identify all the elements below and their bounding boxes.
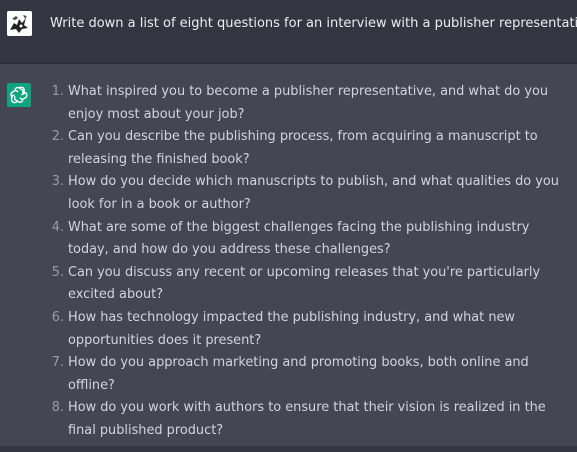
list-item: 6. How has technology impacted the publi… (0, 307, 577, 352)
assistant-answer-list: 1. What inspired you to become a publish… (0, 81, 577, 443)
list-item-text: How do you approach marketing and promot… (68, 355, 529, 393)
list-item: 3. How do you decide which manuscripts t… (0, 171, 577, 216)
list-item: 5. Can you discuss any recent or upcomin… (0, 262, 577, 307)
list-item-text: What are some of the biggest challenges … (68, 219, 530, 258)
list-item-number: 3. (51, 174, 64, 190)
list-item-number: 6. (51, 309, 64, 325)
user-avatar-icon (7, 11, 32, 36)
list-item-text: How do you work with authors to ensure t… (68, 400, 546, 438)
list-item-text: How do you decide which manuscripts to p… (68, 174, 559, 212)
list-item-number: 4. (51, 219, 64, 235)
user-message-row: Write down a list of eight questions for… (0, 0, 577, 64)
assistant-message-row: 1. What inspired you to become a publish… (0, 64, 577, 446)
list-item: 8. How do you work with authors to ensur… (0, 397, 577, 442)
list-item-number: 8. (51, 400, 64, 416)
list-item-number: 5. (51, 264, 64, 280)
list-item-text: Can you discuss any recent or upcoming r… (68, 264, 541, 303)
list-item-text: What inspired you to become a publisher … (68, 84, 549, 122)
list-item-number: 2. (51, 129, 64, 145)
list-item: 1. What inspired you to become a publish… (0, 81, 577, 126)
user-message-text: Write down a list of eight questions for… (50, 16, 577, 31)
list-item: 2. Can you describe the publishing proce… (0, 126, 577, 171)
list-item-text: How has technology impacted the publishi… (68, 309, 515, 348)
bottom-divider (0, 446, 577, 452)
list-item-number: 7. (51, 355, 64, 371)
list-item: 7. How do you approach marketing and pro… (0, 352, 577, 397)
list-item-text: Can you describe the publishing process,… (68, 129, 538, 167)
list-item: 4. What are some of the biggest challeng… (0, 217, 577, 262)
list-item-number: 1. (51, 84, 64, 99)
